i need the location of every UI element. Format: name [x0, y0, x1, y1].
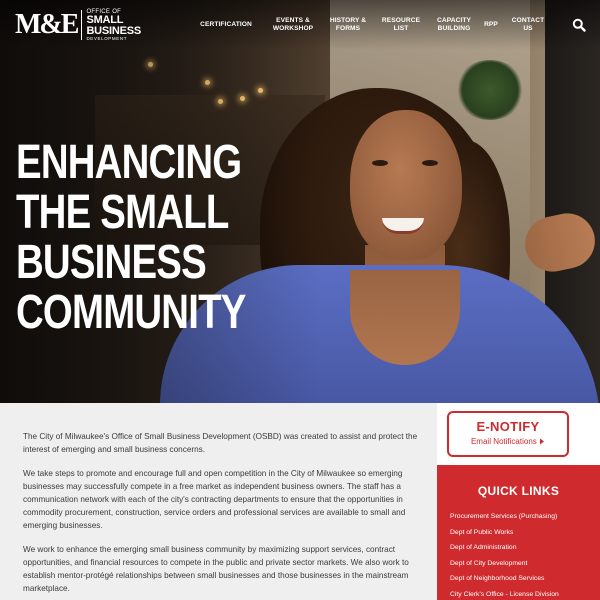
quick-link-city-development[interactable]: Dept of City Development: [437, 556, 600, 572]
nav-links: CERTIFICATION EVENTS & WORKSHOP HISTORY …: [195, 17, 546, 33]
logo-mark: M&E: [15, 9, 79, 41]
hero-person-eye: [422, 160, 438, 166]
quick-link-license-division[interactable]: City Clerk's Office - License Division: [437, 587, 600, 600]
hero-person-face: [350, 110, 462, 260]
nav-item-label: RESOURCE: [381, 17, 421, 24]
nav-item-contact-us[interactable]: CONTACT US: [510, 17, 546, 33]
nav-item-rpp[interactable]: RPP: [480, 21, 502, 29]
hero-headline-line: THE SMALL: [16, 186, 229, 239]
nav-item-label: CERTIFICATION: [200, 21, 252, 28]
hero-headline-line: BUSINESS: [16, 236, 207, 289]
nav-item-certification[interactable]: CERTIFICATION: [195, 21, 257, 29]
nav-item-label: HISTORY &: [329, 17, 367, 24]
nav-item-label: BUILDING: [437, 25, 471, 32]
nav-item-label: WORKSHOP: [272, 25, 314, 32]
nav-item-label: FORMS: [335, 25, 361, 32]
hero-person-arm: [520, 208, 600, 277]
enotify-subtitle-text: Email Notifications: [470, 437, 537, 446]
nav-item-label: RPP: [484, 21, 498, 28]
hero-headline-line: ENHANCING: [16, 136, 242, 189]
sidebar: E-NOTIFY Email Notifications QUICK LINKS…: [437, 403, 600, 600]
logo-divider: [81, 10, 83, 41]
quick-link-administration[interactable]: Dept of Administration: [437, 540, 600, 556]
intro-paragraph: The City of Milwaukee's Office of Small …: [23, 432, 418, 454]
logo-line: DEVELOPMENT: [86, 36, 128, 41]
hero-headline: ENHANCING THE SMALL BUSINESS COMMUNITY: [16, 138, 246, 338]
nav-item-events-workshop[interactable]: EVENTS & WORKSHOP: [265, 17, 321, 33]
body-paragraph: We work to enhance the emerging small bu…: [23, 545, 409, 593]
nav-item-resource-list[interactable]: RESOURCE LIST: [378, 17, 424, 33]
body-paragraph: We take steps to promote and encourage f…: [23, 469, 406, 530]
enotify-subtitle: Email Notifications: [449, 437, 567, 446]
logo-text: OFFICE OF SMALL BUSINESS DEVELOPMENT: [86, 9, 141, 42]
quick-link-procurement[interactable]: Procurement Services (Purchasing): [437, 509, 600, 525]
hero-person-eye: [372, 160, 388, 166]
enotify-button[interactable]: E-NOTIFY Email Notifications: [447, 411, 569, 457]
nav-item-label: LIST: [393, 25, 409, 32]
search-icon[interactable]: [572, 18, 586, 32]
nav-item-label: US: [523, 25, 533, 32]
enotify-title: E-NOTIFY: [476, 419, 540, 434]
quick-link-neighborhood-services[interactable]: Dept of Neighborhood Services: [437, 571, 600, 587]
top-navigation: M&E OFFICE OF SMALL BUSINESS DEVELOPMENT…: [0, 0, 600, 50]
enotify-area: E-NOTIFY Email Notifications: [437, 403, 600, 465]
nav-item-capacity-building[interactable]: CAPACITY BUILDING: [432, 17, 476, 33]
quick-links-title: QUICK LINKS: [477, 484, 560, 498]
quick-link-public-works[interactable]: Dept of Public Works: [437, 525, 600, 541]
site-logo[interactable]: M&E OFFICE OF SMALL BUSINESS DEVELOPMENT: [15, 9, 141, 42]
nav-item-label: EVENTS &: [276, 17, 310, 24]
nav-item-label: CONTACT: [511, 17, 545, 24]
main-content: The City of Milwaukee's Office of Small …: [0, 403, 437, 600]
hero-image: ENHANCING THE SMALL BUSINESS COMMUNITY: [0, 0, 600, 403]
quick-links-panel: QUICK LINKS Procurement Services (Purcha…: [437, 465, 600, 600]
hero-headline-line: COMMUNITY: [16, 286, 246, 339]
nav-item-label: CAPACITY: [436, 17, 471, 24]
caret-right-icon: [539, 437, 545, 446]
nav-item-history-forms[interactable]: HISTORY & FORMS: [324, 17, 372, 33]
